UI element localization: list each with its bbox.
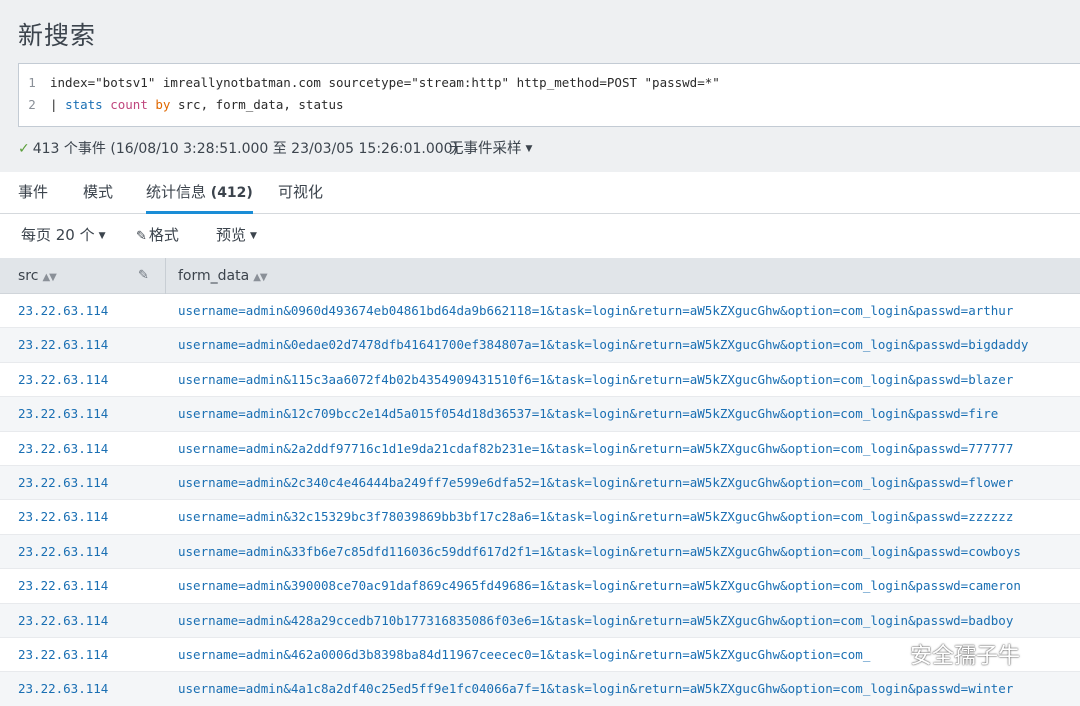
- cell-form-data[interactable]: username=admin&4a1c8a2df40c25ed5ff9e1fc0…: [178, 672, 1013, 706]
- search-editor[interactable]: 1 index="botsv1" imreallynotbatman.com so…: [18, 63, 1080, 127]
- wechat-icon: [869, 644, 902, 669]
- table-row: 23.22.63.114 username=admin&115c3aa6072f4…: [0, 362, 1080, 398]
- cell-src[interactable]: 23.22.63.114: [18, 397, 108, 431]
- column-header-src[interactable]: src ▲▼: [18, 258, 57, 294]
- caret-down-icon: ▼: [98, 231, 106, 241]
- tab-label: 可视化: [278, 183, 324, 201]
- tab-visualization[interactable]: 可视化: [278, 172, 323, 214]
- caret-down-icon: ▼: [250, 231, 257, 241]
- page-title: 新搜索: [18, 21, 97, 50]
- cell-form-data[interactable]: username=admin&2c340c4e46444ba249ff7e599…: [178, 466, 1013, 500]
- cell-form-data[interactable]: username=admin&33fb6e7c85dfd116036c59ddf…: [178, 535, 1021, 569]
- cell-src[interactable]: 23.22.63.114: [18, 535, 108, 569]
- table-row: 23.22.63.114 username=admin&0edae02d7478d…: [0, 328, 1080, 363]
- cell-src[interactable]: 23.22.63.114: [18, 294, 108, 328]
- cell-src[interactable]: 23.22.63.114: [18, 638, 108, 672]
- table-row: 23.22.63.114 username=admin&32c15329bc3f7…: [0, 500, 1080, 535]
- cell-src[interactable]: 23.22.63.114: [18, 363, 108, 397]
- per-page-dropdown[interactable]: 每页 20 个 ▼: [21, 214, 106, 258]
- table-row: 23.22.63.114 username=admin&2a2ddf97716c1…: [0, 431, 1080, 466]
- watermark-text: 安全孺子牛: [910, 644, 1021, 669]
- tab-patterns[interactable]: 模式: [83, 172, 113, 214]
- format-button[interactable]: ✎ 格式: [136, 214, 179, 258]
- cell-form-data[interactable]: username=admin&32c15329bc3f78039869bb3bf…: [178, 500, 1013, 534]
- watermark: 安全孺子牛: [868, 640, 1020, 674]
- pencil-icon[interactable]: ✎: [138, 258, 149, 294]
- column-header-label: form_data: [178, 268, 250, 284]
- cell-form-data[interactable]: username=admin&115c3aa6072f4b02b43549094…: [178, 363, 1013, 397]
- cell-src[interactable]: 23.22.63.114: [18, 672, 108, 706]
- event-count-status: ✓ 413 个事件 (16/08/10 3:28:51.000 至 23/03/0…: [18, 138, 458, 160]
- spl-command: stats: [65, 97, 103, 112]
- per-page-label: 每页 20 个: [21, 226, 95, 244]
- caret-down-icon: ▼: [525, 144, 533, 154]
- table-row: 23.22.63.114 username=admin&12c709bcc2e14…: [0, 397, 1080, 432]
- spl-pipe: |: [50, 97, 58, 112]
- tab-statistics[interactable]: 统计信息 (412): [146, 172, 253, 214]
- cell-src[interactable]: 23.22.63.114: [18, 466, 108, 500]
- search-query-line-1[interactable]: index="botsv1" imreallynotbatman.com sou…: [50, 73, 720, 93]
- line-number: 2: [28, 97, 36, 112]
- cell-form-data[interactable]: username=admin&12c709bcc2e14d5a015f054d1…: [178, 397, 998, 431]
- tab-count-badge: (412): [210, 185, 253, 201]
- cell-form-data[interactable]: username=admin&2a2ddf97716c1d1e9da21cdaf…: [178, 432, 1013, 466]
- preview-label: 预览: [216, 226, 247, 244]
- cell-src[interactable]: 23.22.63.114: [18, 432, 108, 466]
- sort-icon: ▲▼: [42, 272, 56, 283]
- tab-label: 统计信息: [146, 183, 207, 201]
- cell-src[interactable]: 23.22.63.114: [18, 604, 108, 638]
- table-row: 23.22.63.114 username=admin&33fb6e7c85dfd…: [0, 534, 1080, 570]
- table-row: 23.22.63.114 username=admin&0960d493674eb…: [0, 294, 1080, 329]
- event-count-text: 413 个事件 (16/08/10 3:28:51.000 至 23/03/05…: [32, 141, 459, 157]
- table-row: 23.22.63.114 username=admin&2c340c4e46444…: [0, 465, 1080, 501]
- cell-form-data[interactable]: username=admin&0960d493674eb04861bd64da9…: [178, 294, 1013, 328]
- results-table: src ▲▼ ✎ form_data ▲▼ 23.22.63.114 username…: [0, 258, 1080, 706]
- column-header-label: src: [18, 268, 39, 284]
- spl-keyword: by: [155, 97, 171, 112]
- cell-src[interactable]: 23.22.63.114: [18, 569, 108, 603]
- column-divider[interactable]: [165, 258, 166, 294]
- results-toolbar: 每页 20 个 ▼ ✎ 格式 预览 ▼: [0, 214, 1080, 258]
- sampling-label: 无事件采样: [449, 141, 522, 157]
- event-sampling-dropdown[interactable]: 无事件采样 ▼: [449, 138, 532, 160]
- column-header-form-data[interactable]: form_data ▲▼: [178, 258, 268, 294]
- results-tabs: 事件 模式 统计信息 (412) 可视化: [0, 172, 1080, 214]
- format-label: 格式: [148, 226, 179, 244]
- cell-form-data[interactable]: username=admin&428a29ccedb710b1773168350…: [178, 604, 1013, 638]
- table-row: 23.22.63.114 username=admin&390008ce70ac9…: [0, 569, 1080, 604]
- cell-form-data[interactable]: username=admin&462a0006d3b8398ba84d11967…: [178, 638, 870, 672]
- pencil-icon: ✎: [136, 229, 147, 244]
- spl-function: count: [110, 97, 148, 112]
- spl-args: src, form_data, status: [178, 97, 344, 112]
- preview-dropdown[interactable]: 预览 ▼: [216, 214, 257, 258]
- cell-src[interactable]: 23.22.63.114: [18, 328, 108, 362]
- table-row: 23.22.63.114 username=admin&4a1c8a2df40c2…: [0, 672, 1080, 706]
- tab-label: 事件: [18, 183, 49, 201]
- cell-form-data[interactable]: username=admin&0edae02d7478dfb41641700ef…: [178, 328, 1028, 362]
- table-header: src ▲▼ ✎ form_data ▲▼: [0, 258, 1080, 294]
- cell-form-data[interactable]: username=admin&390008ce70ac91daf869c4965…: [178, 569, 1021, 603]
- table-row: 23.22.63.114 username=admin&428a29ccedb71…: [0, 603, 1080, 638]
- search-line-2[interactable]: 2 | stats count by src, form_data, status: [19, 95, 344, 115]
- cell-src[interactable]: 23.22.63.114: [18, 500, 108, 534]
- search-query-line-2[interactable]: | stats count by src, form_data, status: [50, 95, 344, 115]
- tab-events[interactable]: 事件: [18, 172, 48, 214]
- sort-icon: ▲▼: [253, 272, 267, 283]
- search-line-1[interactable]: 1 index="botsv1" imreallynotbatman.com so…: [19, 73, 720, 93]
- line-number: 1: [28, 75, 36, 90]
- check-icon: ✓: [18, 141, 30, 157]
- tab-label: 模式: [83, 183, 114, 201]
